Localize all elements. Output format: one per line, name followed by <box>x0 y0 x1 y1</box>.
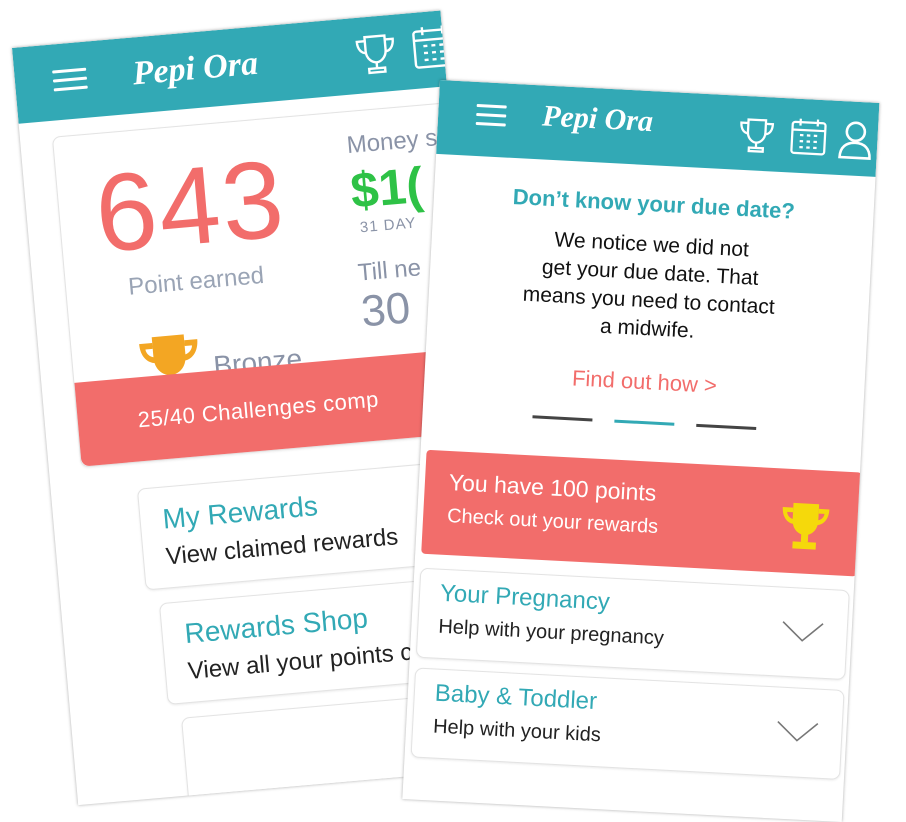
carousel-indicator[interactable] <box>532 415 593 422</box>
till-next-label: Till ne <box>356 254 423 287</box>
banner-title: You have 100 points <box>448 469 657 506</box>
banner-subtitle: Check out your rewards <box>446 504 659 539</box>
chevron-down-icon[interactable] <box>775 717 820 745</box>
trophy-icon <box>782 502 830 550</box>
user-icon[interactable] <box>468 22 512 69</box>
section-subtitle: Help with your pregnancy <box>437 615 665 650</box>
calendar-icon[interactable] <box>788 114 828 158</box>
carousel-indicator[interactable] <box>696 423 757 431</box>
carousel-indicator-active[interactable] <box>614 419 675 426</box>
section-subtitle: Help with your kids <box>432 715 602 747</box>
home-screen: Pepi Ora Don’t know your due date? We no… <box>402 80 880 822</box>
hamburger-icon[interactable] <box>52 67 88 93</box>
rewards-banner[interactable]: You have 100 points Check out your rewar… <box>421 449 863 577</box>
section-title: Your Pregnancy <box>439 579 611 616</box>
till-next-value: 30 <box>359 283 413 337</box>
your-pregnancy-section[interactable]: Your Pregnancy Help with your pregnancy <box>415 567 850 681</box>
menu-item-title: Rewards Shop <box>183 602 370 650</box>
hamburger-icon[interactable] <box>475 103 507 128</box>
baby-toddler-section[interactable]: Baby & Toddler Help with your kids <box>410 667 845 780</box>
money-saved-label: Money s <box>345 124 439 160</box>
money-saved-value: $1( <box>348 156 426 219</box>
points-value: 643 <box>90 137 291 277</box>
app-bar: Pepi Ora <box>436 80 880 177</box>
calendar-icon[interactable] <box>410 21 458 71</box>
trophy-icon[interactable] <box>350 28 402 80</box>
trophy-icon[interactable] <box>734 114 778 158</box>
due-date-message: We notice we did not get your due date. … <box>487 223 812 352</box>
user-icon[interactable] <box>836 119 874 161</box>
app-logo: Pepi Ora <box>131 44 260 93</box>
due-date-title: Don’t know your due date? <box>512 183 796 224</box>
section-title: Baby & Toddler <box>434 679 598 716</box>
app-bar: Pepi Ora <box>12 10 456 124</box>
challenges-text: 25/40 Challenges comp <box>136 386 380 433</box>
menu-item-title: My Rewards <box>161 490 319 535</box>
find-out-how-link[interactable]: Find out how > <box>424 358 865 407</box>
chevron-down-icon[interactable] <box>780 618 825 646</box>
days-label: 31 DAY <box>359 214 418 237</box>
app-logo: Pepi Ora <box>541 99 654 139</box>
